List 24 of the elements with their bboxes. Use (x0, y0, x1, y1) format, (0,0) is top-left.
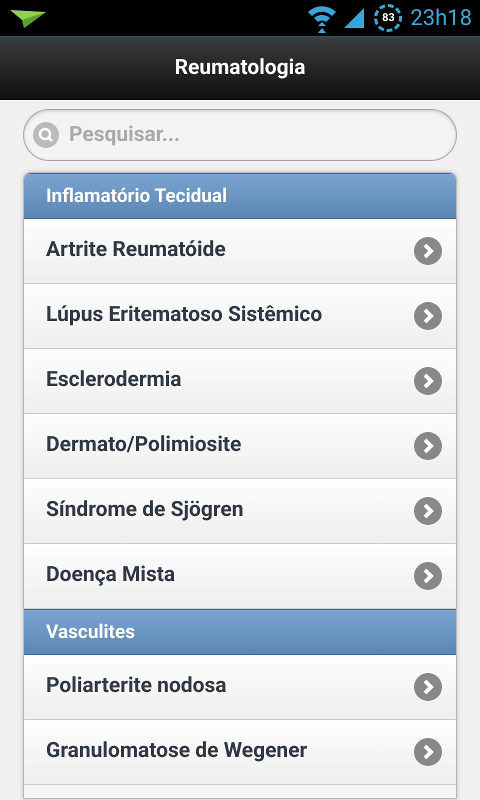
page-title: Reumatologia (174, 54, 306, 82)
chevron-icon (414, 673, 442, 701)
battery-icon[interactable]: 83 (374, 4, 402, 32)
chevron-icon (414, 237, 442, 265)
chevron-icon (414, 497, 442, 525)
clock-time: 23h18 (410, 4, 472, 32)
chevron-icon (414, 562, 442, 590)
list-item[interactable]: Esclerodermia (24, 349, 456, 414)
list-item[interactable]: Granulomatose de Wegener (24, 720, 456, 785)
list-item[interactable]: Síndrome de Sjögren (24, 479, 456, 544)
signal-icon[interactable] (342, 6, 366, 30)
chevron-icon (414, 738, 442, 766)
list-item[interactable]: Doença Mista (24, 544, 456, 609)
list-item[interactable]: Poliarterite nodosa (24, 655, 456, 720)
chevron-icon (414, 367, 442, 395)
section-header: Vasculites (24, 609, 456, 655)
section-header: Inflamatório Tecidual (24, 173, 456, 219)
list-item[interactable]: Dermato/Polimiosite (24, 414, 456, 479)
list-item[interactable]: Artrite Reumatóide (24, 219, 456, 284)
search-icon (33, 122, 59, 148)
chevron-icon (414, 432, 442, 460)
search-field[interactable]: Pesquisar... (23, 109, 457, 161)
chevron-icon (414, 302, 442, 330)
list-item[interactable]: Lúpus Eritematoso Sistêmico (24, 284, 456, 349)
